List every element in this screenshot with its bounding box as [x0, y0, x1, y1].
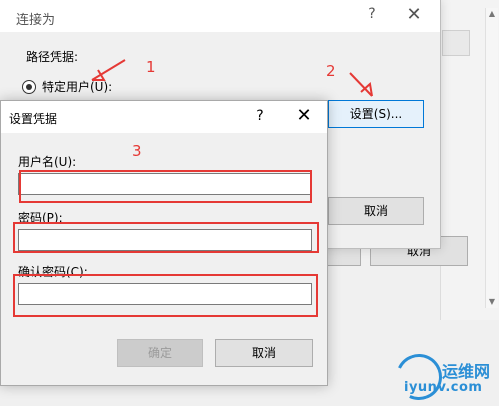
annotation-arrow-1-icon [91, 59, 126, 81]
watermark-ring-icon [389, 347, 449, 406]
watermark-domain: iyunv.com [404, 380, 483, 395]
watermark-brand: 运维网 [442, 362, 491, 381]
annotation-arrows [91, 59, 373, 97]
annotation-arrow-2-icon [349, 72, 373, 97]
watermark-logo: 运维网 iyunv.com [386, 347, 498, 406]
